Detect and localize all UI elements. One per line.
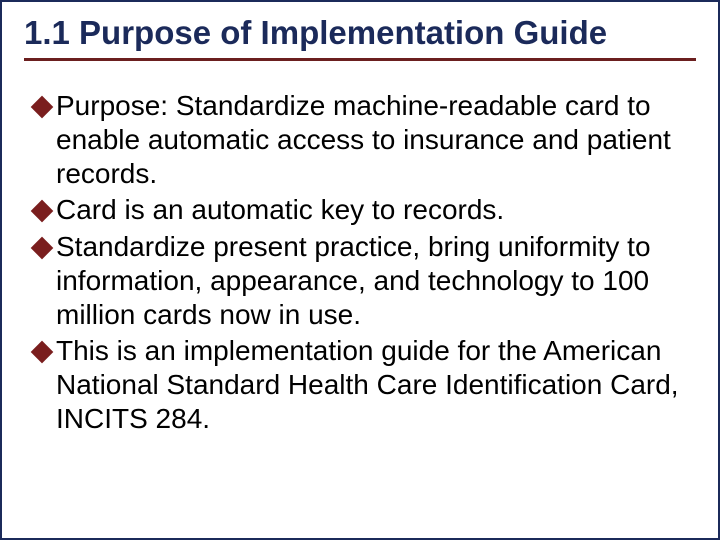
slide-title: 1.1 Purpose of Implementation Guide [24, 14, 696, 52]
list-item: Card is an automatic key to records. [34, 193, 696, 227]
bullet-text: Standardize present practice, bring unif… [56, 230, 696, 332]
diamond-bullet-icon [31, 96, 54, 119]
list-item: This is an implementation guide for the … [34, 334, 696, 436]
bullet-text: This is an implementation guide for the … [56, 334, 696, 436]
title-underline [24, 58, 696, 61]
bullet-text: Card is an automatic key to records. [56, 193, 504, 227]
slide-body: Purpose: Standardize machine-readable ca… [24, 89, 696, 437]
diamond-bullet-icon [31, 341, 54, 364]
list-item: Standardize present practice, bring unif… [34, 230, 696, 332]
slide-frame: 1.1 Purpose of Implementation Guide Purp… [0, 0, 720, 540]
diamond-bullet-icon [31, 236, 54, 259]
list-item: Purpose: Standardize machine-readable ca… [34, 89, 696, 191]
bullet-text: Purpose: Standardize machine-readable ca… [56, 89, 696, 191]
diamond-bullet-icon [31, 200, 54, 223]
